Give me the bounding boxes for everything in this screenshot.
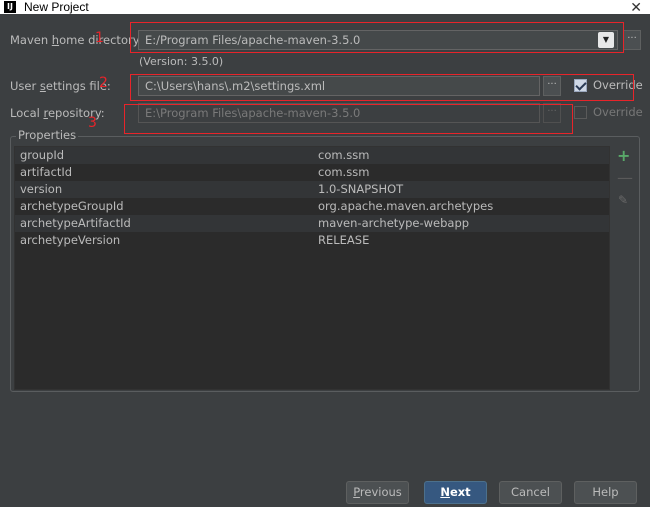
local-repository-override-checkbox[interactable] — [574, 106, 587, 119]
property-key: version — [20, 182, 63, 196]
cancel-button[interactable]: Cancel — [499, 481, 562, 504]
intellij-logo-icon: IJ — [4, 1, 16, 13]
previous-button[interactable]: Previous — [346, 481, 409, 504]
property-value[interactable]: 1.0-SNAPSHOT — [318, 181, 403, 198]
table-row[interactable]: archetypeVersion RELEASE — [15, 232, 609, 249]
local-repository-override-label[interactable]: Override — [593, 105, 643, 119]
table-row[interactable]: groupId com.ssm — [15, 147, 609, 164]
help-button[interactable]: Help — [574, 481, 637, 504]
user-settings-label: User settings file: — [10, 79, 111, 93]
property-value[interactable]: RELEASE — [318, 232, 369, 249]
table-row[interactable]: version 1.0-SNAPSHOT — [15, 181, 609, 198]
annotation-number-2: 2 — [99, 75, 108, 91]
annotation-box-1 — [130, 22, 624, 53]
annotation-box-3 — [124, 104, 573, 134]
close-icon[interactable]: ✕ — [630, 0, 642, 14]
maven-version-text: (Version: 3.5.0) — [139, 55, 224, 68]
property-value[interactable]: com.ssm — [318, 164, 369, 181]
annotation-number-1: 1 — [95, 30, 104, 46]
property-key: archetypeVersion — [20, 233, 121, 247]
properties-toolbar: + — ✎ — [610, 146, 636, 390]
property-value[interactable]: org.apache.maven.archetypes — [318, 198, 493, 215]
property-key: artifactId — [20, 165, 73, 179]
window-title: New Project — [24, 0, 89, 14]
maven-home-label: Maven home directory: — [10, 33, 143, 47]
property-key: archetypeGroupId — [20, 199, 124, 213]
add-icon[interactable]: + — [617, 148, 630, 164]
property-value[interactable]: maven-archetype-webapp — [318, 215, 469, 232]
properties-table[interactable]: groupId com.ssm artifactId com.ssm versi… — [14, 146, 610, 390]
annotation-box-2 — [130, 74, 634, 101]
next-button[interactable]: Next — [424, 481, 487, 504]
edit-icon[interactable]: ✎ — [617, 193, 629, 207]
annotation-number-3: 3 — [88, 115, 97, 131]
title-bar: IJ New Project ✕ — [0, 0, 650, 14]
properties-title: Properties — [16, 128, 79, 142]
table-row[interactable]: artifactId com.ssm — [15, 164, 609, 181]
remove-icon[interactable]: — — [617, 170, 633, 186]
property-key: groupId — [20, 148, 65, 162]
table-row[interactable]: archetypeGroupId org.apache.maven.archet… — [15, 198, 609, 215]
property-key: archetypeArtifactId — [20, 216, 131, 230]
property-value[interactable]: com.ssm — [318, 147, 369, 164]
table-row[interactable]: archetypeArtifactId maven-archetype-weba… — [15, 215, 609, 232]
maven-home-browse-button[interactable]: ··· — [623, 30, 641, 50]
